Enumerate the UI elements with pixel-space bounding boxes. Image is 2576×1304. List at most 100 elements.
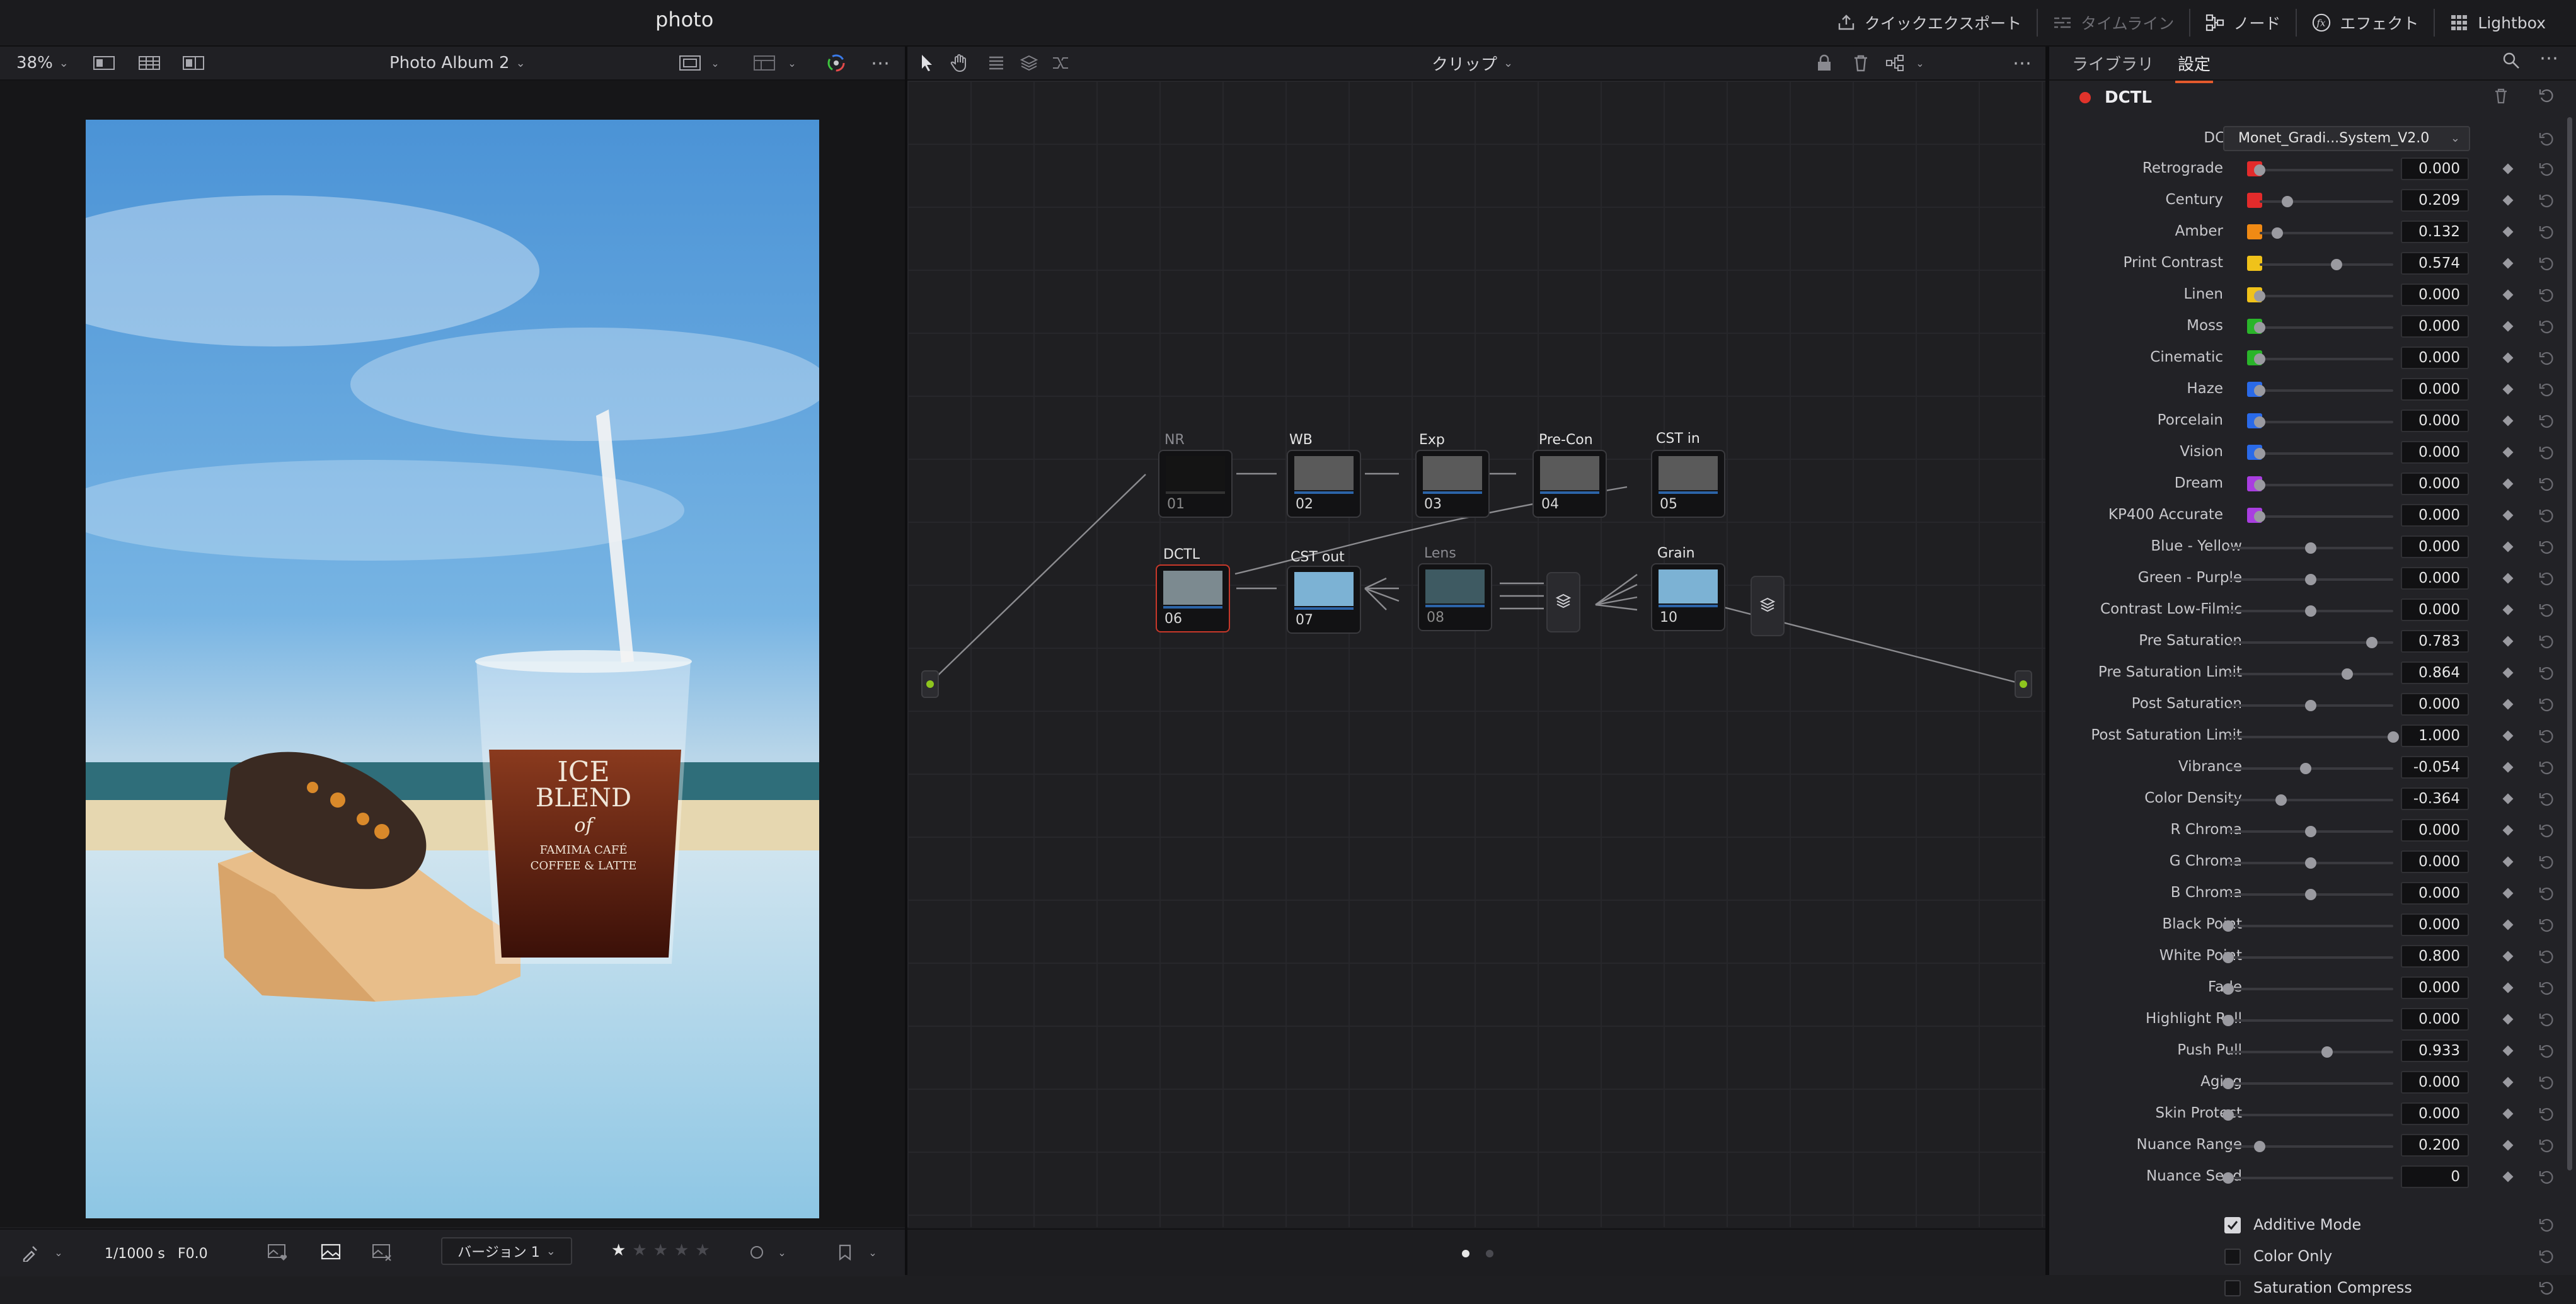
slider-knob[interactable]: [2366, 637, 2378, 648]
node-04[interactable]: 04: [1532, 450, 1607, 518]
reset-icon[interactable]: [2538, 350, 2555, 367]
node-03[interactable]: 03: [1415, 450, 1490, 518]
param-value-field[interactable]: 0.000: [2401, 1071, 2469, 1094]
chevron-down-icon[interactable]: ⌄: [1909, 54, 1931, 72]
param-value-field[interactable]: 0.000: [2401, 378, 2469, 401]
image-icon[interactable]: [320, 1244, 342, 1261]
slider-knob[interactable]: [2222, 952, 2234, 963]
trash-icon[interactable]: [1850, 54, 1872, 72]
param-slider[interactable]: [2260, 389, 2393, 392]
color-label-icon[interactable]: [746, 1244, 768, 1261]
param-value-field[interactable]: 0.000: [2401, 819, 2469, 842]
more-options-icon[interactable]: ⋯: [2011, 52, 2033, 74]
search-icon[interactable]: [2500, 52, 2522, 69]
param-slider[interactable]: [2260, 515, 2393, 518]
layer-mixer-node[interactable]: [1546, 572, 1580, 632]
node-06-selected[interactable]: 06: [1156, 564, 1230, 632]
bookmark-icon[interactable]: [834, 1244, 856, 1261]
keyframe-diamond-icon[interactable]: [2502, 793, 2514, 804]
slider-knob[interactable]: [2305, 857, 2316, 869]
param-value-field[interactable]: 0.000: [2401, 693, 2469, 716]
lightbox-button[interactable]: Lightbox: [2435, 8, 2561, 38]
slider-knob[interactable]: [2254, 322, 2265, 333]
slider-knob[interactable]: [2254, 353, 2265, 365]
tab-settings[interactable]: 設定: [2175, 52, 2214, 83]
star-icon[interactable]: ★: [632, 1241, 647, 1260]
reset-icon[interactable]: [2538, 539, 2555, 556]
nodes-button[interactable]: ノード: [2190, 8, 2296, 38]
keyframe-diamond-icon[interactable]: [2502, 226, 2514, 237]
clip-mode-dropdown[interactable]: クリップ ⌄: [1432, 47, 1513, 79]
keyframe-diamond-icon[interactable]: [2502, 352, 2514, 363]
slider-knob[interactable]: [2254, 290, 2265, 302]
param-value-field[interactable]: 0.209: [2401, 189, 2469, 212]
slider-knob[interactable]: [2321, 1046, 2333, 1058]
reset-icon[interactable]: [2538, 854, 2555, 871]
slider-knob[interactable]: [2305, 605, 2316, 617]
keyframe-diamond-icon[interactable]: [2502, 384, 2514, 395]
graph-output-node[interactable]: [2015, 670, 2032, 698]
param-value-field[interactable]: 0.132: [2401, 220, 2469, 243]
param-value-field[interactable]: 0.000: [2401, 346, 2469, 369]
layer-mixer-node[interactable]: [1751, 576, 1785, 636]
slider-knob[interactable]: [2254, 479, 2265, 491]
version-dropdown[interactable]: バージョン 1 ⌄: [441, 1237, 572, 1265]
keyframe-diamond-icon[interactable]: [2502, 636, 2514, 647]
image-reject-icon[interactable]: [372, 1244, 393, 1261]
param-value-field[interactable]: -0.054: [2401, 756, 2469, 779]
image-viewer[interactable]: ICE BLEND of FAMIMA CAFÉ COFFEE & LATTE: [0, 81, 905, 1227]
param-value-field[interactable]: 0.000: [2401, 441, 2469, 464]
effects-button[interactable]: fx エフェクト: [2297, 8, 2434, 38]
reset-icon[interactable]: [2538, 1138, 2555, 1154]
slider-knob[interactable]: [2305, 700, 2316, 711]
param-slider[interactable]: [2228, 1114, 2393, 1116]
star-rating[interactable]: ★ ★ ★ ★ ★: [611, 1241, 710, 1260]
keyframe-diamond-icon[interactable]: [2502, 1014, 2514, 1025]
keyframe-diamond-icon[interactable]: [2502, 289, 2514, 300]
keyframe-diamond-icon[interactable]: [2502, 1171, 2514, 1182]
keyframe-diamond-icon[interactable]: [2502, 699, 2514, 710]
tab-library[interactable]: ライブラリ: [2072, 52, 2154, 75]
reset-icon[interactable]: [2538, 697, 2555, 713]
slider-knob[interactable]: [2222, 1078, 2234, 1089]
chevron-down-icon[interactable]: ⌄: [862, 1244, 883, 1261]
param-value-field[interactable]: 0.000: [2401, 409, 2469, 432]
param-slider[interactable]: [2228, 1051, 2393, 1053]
slider-knob[interactable]: [2305, 826, 2316, 837]
keyframe-diamond-icon[interactable]: [2502, 510, 2514, 521]
chevron-down-icon[interactable]: ⌄: [704, 54, 726, 72]
slider-knob[interactable]: [2282, 196, 2294, 207]
keyframe-diamond-icon[interactable]: [2502, 856, 2514, 867]
chevron-down-icon[interactable]: ⌄: [781, 54, 803, 72]
reset-icon[interactable]: [2538, 571, 2555, 587]
keyframe-diamond-icon[interactable]: [2502, 541, 2514, 552]
param-slider[interactable]: [2260, 421, 2393, 423]
node-05[interactable]: 05: [1651, 450, 1725, 518]
split-view-icon[interactable]: [183, 54, 204, 72]
reset-icon[interactable]: [2538, 1043, 2555, 1060]
quick-export-button[interactable]: クイックエクスポート: [1822, 8, 2037, 38]
grid-view-icon[interactable]: [139, 54, 160, 72]
keyframe-diamond-icon[interactable]: [2502, 573, 2514, 584]
param-slider[interactable]: [2228, 673, 2393, 675]
param-slider[interactable]: [2260, 452, 2393, 455]
param-value-field[interactable]: -0.364: [2401, 787, 2469, 810]
param-slider[interactable]: [2228, 1145, 2393, 1148]
slider-knob[interactable]: [2271, 227, 2283, 239]
checkbox[interactable]: [2224, 1217, 2241, 1233]
reset-icon[interactable]: [2538, 1106, 2555, 1123]
reset-icon[interactable]: [2538, 319, 2555, 335]
hand-icon[interactable]: [949, 54, 970, 72]
param-value-field[interactable]: 0.800: [2401, 945, 2469, 968]
reset-icon[interactable]: [2538, 980, 2555, 997]
param-slider[interactable]: [2260, 200, 2393, 203]
reset-icon[interactable]: [2538, 382, 2555, 398]
more-options-icon[interactable]: ⋯: [2538, 47, 2560, 69]
param-value-field[interactable]: 0: [2401, 1165, 2469, 1188]
param-slider[interactable]: [2228, 925, 2393, 927]
reset-icon[interactable]: [2538, 602, 2555, 619]
reset-icon[interactable]: [2538, 413, 2555, 430]
star-icon[interactable]: ★: [674, 1241, 689, 1260]
graph-input-node[interactable]: [921, 670, 939, 698]
param-value-field[interactable]: 0.000: [2401, 472, 2469, 495]
